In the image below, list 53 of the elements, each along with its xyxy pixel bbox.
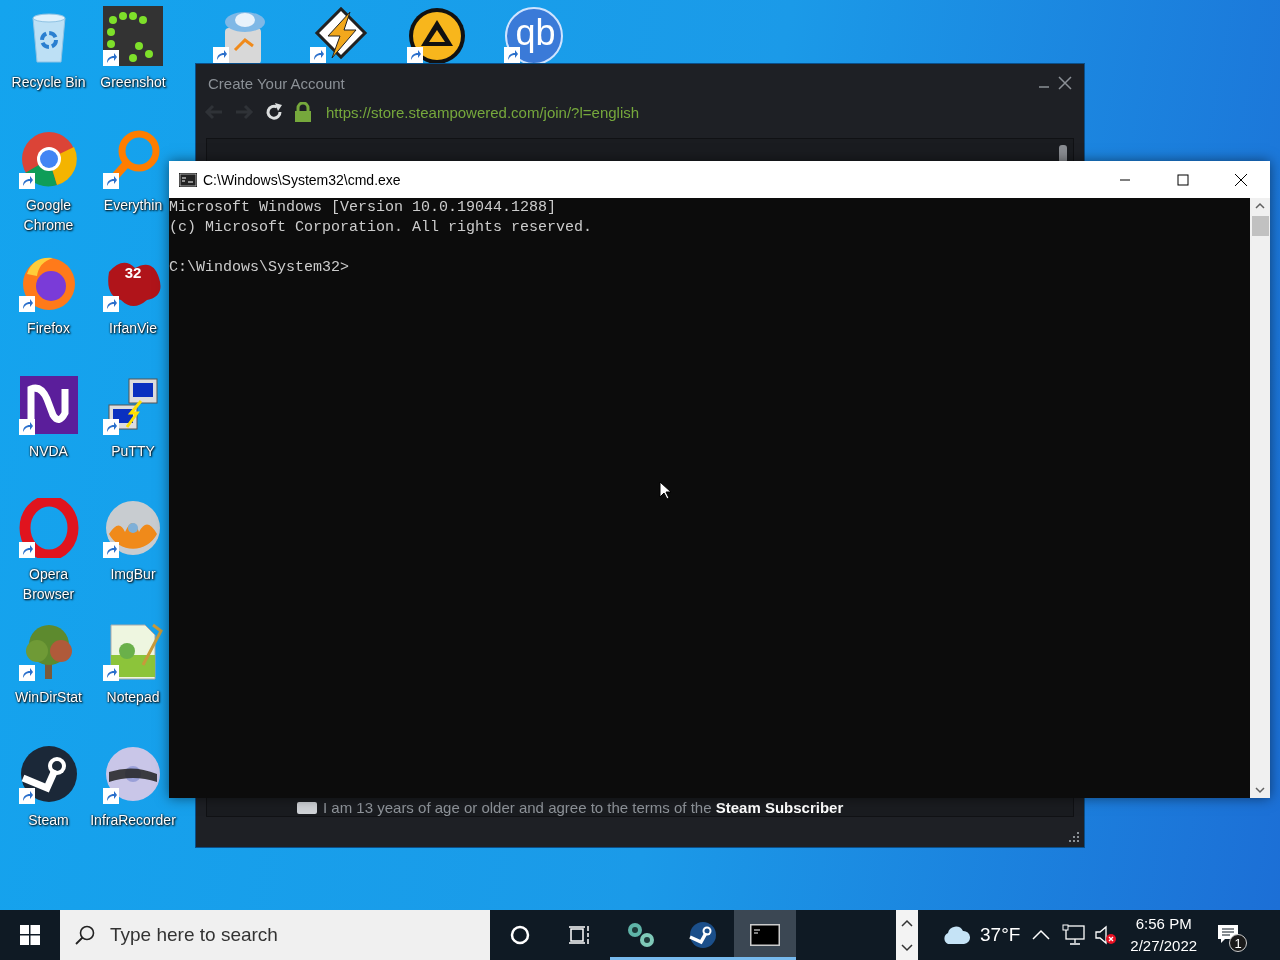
search-icon: [74, 924, 96, 946]
command-prompt[interactable]: C:\Windows\System32>: [169, 258, 1250, 278]
desktop-icon-label[interactable]: Everythin: [103, 195, 163, 215]
clock-time[interactable]: 6:56 PM: [1135, 913, 1192, 935]
monitor-icon[interactable]: [1062, 924, 1087, 946]
disc-icon[interactable]: [103, 744, 163, 804]
spheres-icon[interactable]: [625, 921, 657, 949]
console-line: (c) Microsoft Corporation. All rights reserved.: [169, 218, 594, 238]
window-title: Create Your Account: [208, 74, 346, 92]
square-logo-icon[interactable]: [18, 375, 79, 435]
checkbox[interactable]: [297, 802, 317, 814]
close-icon[interactable]: [1058, 76, 1072, 90]
temperature-text[interactable]: 37°F: [980, 924, 1021, 946]
desktop-icon-label[interactable]: Greenshot: [100, 72, 166, 92]
start-icon[interactable]: [20, 925, 40, 945]
search-field[interactable]: Type here to search: [60, 910, 490, 960]
scrollbar-thumb[interactable]: [1251, 216, 1269, 236]
reload-icon[interactable]: [264, 102, 284, 122]
desktop-icon-label[interactable]: Recycle Bin: [11, 72, 86, 92]
desktop-icon-label[interactable]: Google Chrome: [8, 195, 89, 235]
taskbar-app-button[interactable]: [734, 910, 796, 960]
cloud-icon[interactable]: [942, 925, 970, 945]
terminal-icon[interactable]: [750, 924, 780, 946]
clock-date[interactable]: 2/27/2022: [1130, 935, 1198, 957]
url-text[interactable]: https://store.steampowered.com/join/?l=english: [326, 103, 640, 121]
close-icon: [1234, 172, 1248, 187]
desktop-icon-label[interactable]: ImgBur: [110, 564, 156, 584]
agreement-text: I am 13 years of age or older and agree to the terms of the Steam Subscriber: [323, 800, 844, 816]
mouse-pointer-icon: [659, 481, 671, 500]
desktop-icon-label[interactable]: PuTTY: [111, 441, 155, 461]
circle-icon[interactable]: [510, 925, 530, 945]
speaker-icon[interactable]: [1094, 924, 1119, 946]
desktop-icon-label[interactable]: Notepad: [106, 687, 160, 707]
maximize-icon: [1177, 173, 1189, 186]
scrollbar[interactable]: [1250, 198, 1270, 798]
console-line: Microsoft Windows [Version 10.0.19044.1288]: [169, 198, 558, 218]
notification-badge: 1: [1229, 934, 1248, 952]
ring-icon[interactable]: [18, 498, 79, 558]
desktop-icon-label[interactable]: WinDirStat: [15, 687, 82, 707]
desktop-icon-label[interactable]: Firefox: [27, 318, 70, 338]
piston-circle-icon[interactable]: [689, 921, 717, 949]
piston-circle-icon[interactable]: [18, 744, 79, 804]
task-view-icon[interactable]: [569, 925, 591, 945]
dots-icon[interactable]: [103, 6, 163, 66]
chevron-up-icon[interactable]: [1032, 929, 1051, 941]
terminal-icon: [179, 172, 197, 187]
window-title: C:\Windows\System32\cmd.exe: [203, 171, 402, 188]
desktop-icon-label[interactable]: Steam: [28, 810, 69, 830]
desktop-icon-label[interactable]: IrfanVie: [109, 318, 157, 338]
desktop-icon-label[interactable]: NVDA: [29, 441, 68, 461]
resize-grip-icon[interactable]: [1068, 831, 1080, 843]
desktop-icon-label[interactable]: InfraRecorder: [90, 810, 176, 830]
desktop-icon-label[interactable]: Opera Browser: [8, 564, 89, 604]
